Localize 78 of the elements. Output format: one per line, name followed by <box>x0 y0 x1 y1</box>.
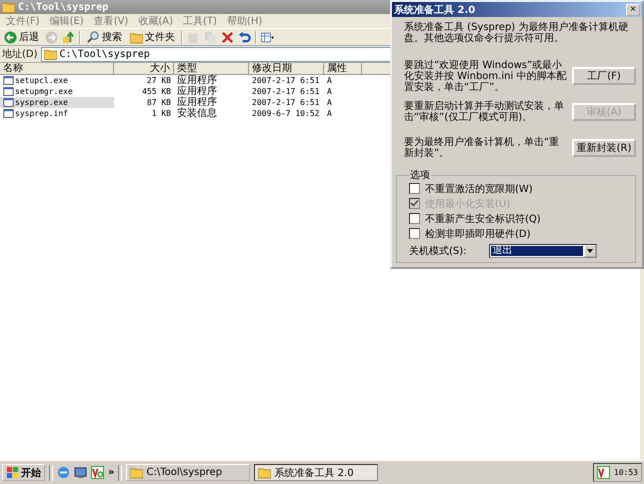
file-name[interactable]: sysprep.inf <box>0 108 114 119</box>
windows-logo-icon <box>6 466 19 479</box>
folder-icon <box>44 48 57 60</box>
file-type: 应用程序 <box>176 97 218 108</box>
back-arrow-icon <box>4 30 17 44</box>
action-description: 要跳过“欢迎使用 Windows”或最小化安装并按 Winbom.ini 中的脚本配置安装，单击“工厂”。 <box>404 60 568 92</box>
column-header[interactable]: 修改日期 <box>249 63 324 75</box>
file-name[interactable]: sysprep.exe <box>0 97 114 108</box>
shutdown-mode-label: 关机模式(S): <box>409 244 467 258</box>
column-header[interactable]: 名称 <box>0 63 114 75</box>
menu-item[interactable]: 查看(V) <box>94 14 128 28</box>
close-button[interactable]: × <box>626 4 640 16</box>
start-button[interactable]: 开始 <box>2 464 45 481</box>
file-date: 2007-2-17 6:51 <box>251 86 320 97</box>
intro-text: 系统准备工具 (Sysprep) 为最终用户准备计算机硬盘。其他选项仅命令行提示符可用。 <box>404 21 630 46</box>
dropdown-button[interactable] <box>584 245 596 257</box>
up-folder-icon[interactable] <box>62 30 75 44</box>
file-icon <box>3 86 14 97</box>
menu-item[interactable]: 收藏(A) <box>138 14 173 28</box>
checkbox-label: 不重置激活的宽限期(W) <box>425 182 533 196</box>
file-name[interactable]: setupcl.exe <box>0 75 114 86</box>
folders-button[interactable]: 文件夹 <box>128 30 177 44</box>
checkbox-label: 不重新产生安全标识符(Q) <box>425 212 541 226</box>
window-title: C:\Tool\sysprep <box>18 2 108 12</box>
column-header[interactable]: 属性 <box>324 63 362 75</box>
checkbox[interactable] <box>409 228 420 239</box>
file-attributes: A <box>326 97 333 108</box>
delete-icon[interactable] <box>221 30 234 44</box>
browser-icon[interactable] <box>57 466 70 479</box>
file-type: 应用程序 <box>176 86 218 97</box>
column-header[interactable]: 类型 <box>174 63 249 75</box>
column-header[interactable]: 大小 <box>114 63 174 75</box>
search-icon <box>87 30 100 44</box>
app-icon[interactable] <box>91 466 104 479</box>
menu-item[interactable]: 工具(T) <box>183 14 217 28</box>
folder-icon <box>130 30 143 44</box>
file-name[interactable]: setupmgr.exe <box>0 86 114 97</box>
checkbox-label: 使用最小化安装(U) <box>425 198 510 210</box>
group-title: 选项 <box>409 168 431 182</box>
clock: 10:53 <box>614 468 638 477</box>
app-icon[interactable] <box>596 466 610 479</box>
file-size: 1 KB <box>150 108 172 119</box>
undo-icon[interactable] <box>238 30 251 44</box>
back-button[interactable]: 后退 <box>2 30 41 44</box>
checkbox-label: 检测非即插即用硬件(D) <box>425 228 531 240</box>
file-attributes: A <box>326 108 333 119</box>
file-attributes: A <box>326 86 333 97</box>
file-size: 27 KB <box>146 75 172 86</box>
file-date: 2007-2-17 6:51 <box>251 75 320 86</box>
action-button[interactable]: 重新封装(R) <box>572 139 636 157</box>
file-attributes: A <box>326 75 333 86</box>
file-icon <box>3 108 14 119</box>
more-button[interactable]: » <box>108 467 114 478</box>
dialog-title: 系统准备工具 2.0 <box>394 4 476 16</box>
menu-item[interactable]: 帮助(H) <box>226 14 262 28</box>
search-button[interactable]: 搜索 <box>85 30 124 44</box>
menu-item[interactable]: 编辑(E) <box>50 14 84 28</box>
file-date: 2009-6-7 10:52 <box>251 108 320 119</box>
checkbox[interactable] <box>409 183 420 194</box>
file-size: 87 KB <box>146 97 172 108</box>
views-icon[interactable] <box>261 30 274 44</box>
action-description: 要重新启动计算并手动测试安装，单击“审核”(仅工厂模式可用)。 <box>404 101 565 123</box>
file-date: 2007-2-17 6:51 <box>251 97 320 108</box>
taskbar-button[interactable]: C:\Tool\sysprep <box>126 464 250 481</box>
action-button[interactable]: 工厂(F) <box>572 67 636 85</box>
menu-item[interactable]: 文件(F) <box>6 14 40 28</box>
taskbar-button[interactable]: 系统准备工具 2.0 <box>254 464 378 481</box>
checkbox[interactable] <box>409 213 420 224</box>
caret-icon <box>586 249 593 253</box>
file-type: 应用程序 <box>176 75 218 86</box>
folder-icon <box>2 1 15 13</box>
file-size: 455 KB <box>141 86 172 97</box>
desktop-icon[interactable] <box>74 466 87 479</box>
file-type: 安装信息 <box>176 108 218 119</box>
file-icon <box>3 75 14 86</box>
address-label: 地址(D) <box>2 48 38 61</box>
file-icon <box>3 97 14 108</box>
action-description: 要为最终用户准备计算机，单击“重新封装”。 <box>404 137 560 159</box>
